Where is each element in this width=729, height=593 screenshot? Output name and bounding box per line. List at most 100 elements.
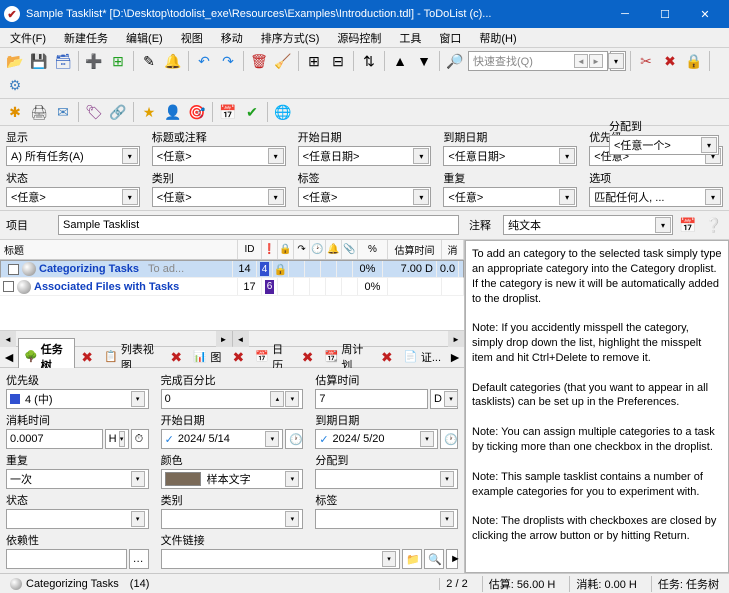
col-remind[interactable]: 🔔: [326, 240, 342, 259]
task-checkbox[interactable]: [8, 264, 19, 275]
print-icon[interactable]: 🖨: [28, 101, 50, 123]
filter-title[interactable]: <任意>▾: [152, 146, 286, 166]
tab-scroll-right[interactable]: ►: [448, 346, 462, 368]
expand-icon[interactable]: ⊞: [303, 50, 325, 72]
menu-view[interactable]: 视图: [175, 29, 209, 47]
notes-format-select[interactable]: 纯文本▾: [503, 215, 673, 235]
col-title[interactable]: 标题: [0, 240, 238, 259]
filter-status[interactable]: <任意>▾: [6, 187, 140, 207]
detail-spent-unit[interactable]: H▾: [105, 429, 129, 449]
delete-icon[interactable]: 🗑: [248, 50, 270, 72]
tab-close-2[interactable]: ✖: [166, 346, 186, 368]
find-next-button[interactable]: ►: [589, 54, 603, 68]
col-id[interactable]: ID: [238, 240, 262, 259]
detail-startdate[interactable]: 2024/ 5/14▾: [161, 429, 284, 449]
tab-close-4[interactable]: ✖: [298, 346, 318, 368]
menu-source[interactable]: 源码控制: [331, 29, 387, 47]
find-options-button[interactable]: ▾: [610, 51, 626, 71]
filter-startdate[interactable]: <任意日期>▾: [298, 146, 432, 166]
project-input[interactable]: Sample Tasklist: [58, 215, 459, 235]
detail-more[interactable]: ►: [446, 549, 458, 569]
web-icon[interactable]: 🌐: [272, 101, 294, 123]
detail-timer-button[interactable]: ⏱: [131, 429, 149, 449]
detail-spent[interactable]: 0.0007: [6, 429, 103, 449]
filter-icon[interactable]: 🔎: [444, 50, 466, 72]
cut-icon[interactable]: ✂: [635, 50, 657, 72]
tab-close-3[interactable]: ✖: [228, 346, 248, 368]
menu-sort[interactable]: 排序方式(S): [255, 29, 326, 47]
detail-duedate[interactable]: 2024/ 5/20▾: [315, 429, 438, 449]
plugin-icon[interactable]: ✱: [4, 101, 26, 123]
notes-text[interactable]: To add an category to the selected task …: [465, 240, 729, 573]
minimize-button[interactable]: ─: [605, 0, 645, 28]
link-icon[interactable]: 🔗: [107, 101, 129, 123]
edit-icon[interactable]: ✎: [138, 50, 160, 72]
col-attach[interactable]: 📎: [342, 240, 358, 259]
col-recur[interactable]: ↷: [294, 240, 310, 259]
detail-due-time[interactable]: 🕐: [440, 429, 458, 449]
detail-status[interactable]: ▾: [6, 509, 149, 529]
detail-category[interactable]: ▾: [161, 509, 304, 529]
task-checkbox[interactable]: [3, 281, 14, 292]
tab-evidence[interactable]: 📄证...: [399, 347, 446, 367]
cancel-icon[interactable]: ✖: [659, 50, 681, 72]
save-icon[interactable]: 💾: [28, 50, 50, 72]
filter-category[interactable]: <任意>▾: [152, 187, 286, 207]
h-scrollbar[interactable]: ◄► ◄►: [0, 330, 464, 346]
undo-icon[interactable]: ↶: [193, 50, 215, 72]
detail-filelink[interactable]: ▾: [161, 549, 400, 569]
menu-move[interactable]: 移动: [215, 29, 249, 47]
mail-icon[interactable]: ✉: [52, 101, 74, 123]
sort-icon[interactable]: ⇅: [358, 50, 380, 72]
detail-depends[interactable]: [6, 549, 127, 569]
detail-esttime-unit[interactable]: D▾: [430, 389, 458, 409]
detail-tags[interactable]: ▾: [315, 509, 458, 529]
newsubtask-icon[interactable]: ⊞: [107, 50, 129, 72]
check-icon[interactable]: ✔: [241, 101, 263, 123]
find-prev-button[interactable]: ◄: [574, 54, 588, 68]
open-icon[interactable]: 📂: [4, 50, 26, 72]
detail-alloc[interactable]: ▾: [315, 469, 458, 489]
lock-icon[interactable]: 🔒: [683, 50, 705, 72]
tag-icon[interactable]: 🏷: [83, 101, 105, 123]
maximize-button[interactable]: ☐: [645, 0, 685, 28]
user-icon[interactable]: 👤: [162, 101, 184, 123]
detail-pctdone[interactable]: 0▴▾: [161, 389, 304, 409]
redo-icon[interactable]: ↷: [217, 50, 239, 72]
col-time[interactable]: 🕑: [310, 240, 326, 259]
detail-repeat[interactable]: 一次▾: [6, 469, 149, 489]
menu-window[interactable]: 窗口: [433, 29, 467, 47]
detail-filelink-open[interactable]: 📁: [402, 549, 422, 569]
col-pct[interactable]: %: [358, 240, 388, 259]
col-est[interactable]: 估算时间: [388, 240, 442, 259]
saveall-icon[interactable]: 🗃: [52, 50, 74, 72]
filter-tags[interactable]: <任意>▾: [298, 187, 432, 207]
selectup-icon[interactable]: ▲: [389, 50, 411, 72]
selectdown-icon[interactable]: ▼: [413, 50, 435, 72]
menu-newtask[interactable]: 新建任务: [58, 29, 114, 47]
close-button[interactable]: ✕: [685, 0, 725, 28]
menu-tools[interactable]: 工具: [393, 29, 427, 47]
detail-depends-browse[interactable]: …: [129, 549, 149, 569]
filter-options[interactable]: 匹配任何人, ...▾: [589, 187, 723, 207]
col-prio[interactable]: ❗: [262, 240, 278, 259]
notes-date-button[interactable]: 📅: [677, 214, 699, 236]
tab-scroll-left[interactable]: ◄: [2, 346, 16, 368]
menu-file[interactable]: 文件(F): [4, 29, 52, 47]
detail-esttime[interactable]: 7: [315, 389, 428, 409]
tab-close-5[interactable]: ✖: [377, 346, 397, 368]
detail-start-time[interactable]: 🕐: [285, 429, 303, 449]
task-row[interactable]: Categorizing TasksTo ad...144🔒0%7.00 D0.…: [0, 260, 464, 278]
menu-help[interactable]: 帮助(H): [473, 29, 522, 47]
col-lock[interactable]: 🔒: [278, 240, 294, 259]
tab-close-1[interactable]: ✖: [77, 346, 97, 368]
filter-alloc[interactable]: <任意一个>▾: [609, 135, 719, 155]
star-icon[interactable]: ★: [138, 101, 160, 123]
notes-help-button[interactable]: ❔: [703, 214, 725, 236]
menu-edit[interactable]: 编辑(E): [120, 29, 169, 47]
detail-priority[interactable]: 4 (中)▾: [6, 389, 149, 409]
reminder-icon[interactable]: 🔔: [162, 50, 184, 72]
filter-show[interactable]: A) 所有任务(A)▾: [6, 146, 140, 166]
filter-repeat[interactable]: <任意>▾: [443, 187, 577, 207]
detail-color[interactable]: 样本文字▾: [161, 469, 304, 489]
